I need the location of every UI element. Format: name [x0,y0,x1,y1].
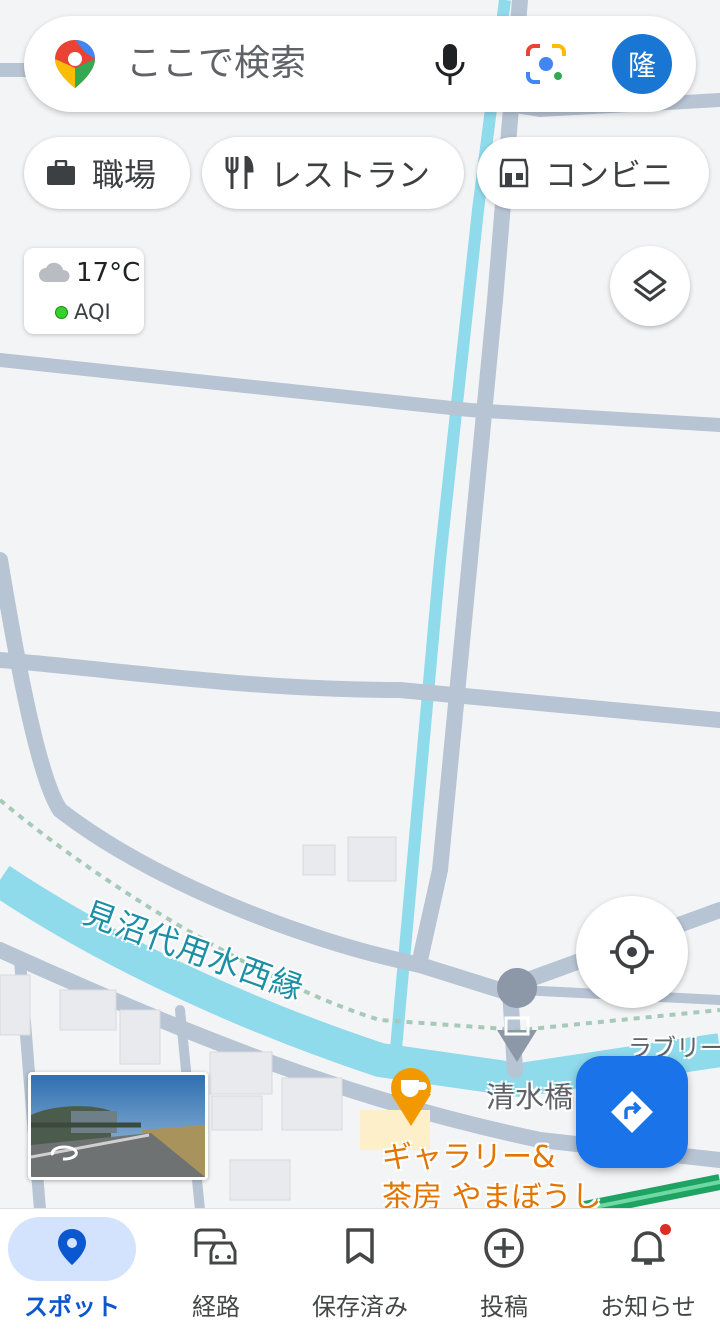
nav-explore[interactable]: スポット [0,1209,144,1336]
weather-widget[interactable]: 17°C AQI [24,248,144,334]
briefcase-icon [47,160,75,185]
aqi-label: AQI [74,300,111,324]
add-circle-icon [484,1228,524,1268]
nav-contribute[interactable]: 投稿 [432,1209,576,1336]
nav-updates-label: お知らせ [600,1293,696,1321]
bottom-navigation: スポット 経路 保存済み 投稿 お知らせ [0,1208,720,1336]
google-lens-icon[interactable] [524,42,568,86]
location-pin-icon [58,1229,86,1265]
convenience-store-icon [499,158,529,188]
chip-convenience-label: コンビニ [545,156,674,194]
cafe-label-line1: ギャラリー& [382,1140,556,1175]
aqi-indicator [55,306,68,319]
crosshair-icon [610,930,654,974]
layers-icon [633,269,667,302]
nav-contribute-label: 投稿 [480,1293,528,1321]
chip-restaurant[interactable]: レストラン [202,137,464,209]
layers-button[interactable] [610,246,690,326]
weather-temp: 17°C [76,258,141,288]
chip-convenience[interactable]: コンビニ [477,137,709,209]
search-bar[interactable]: ここで検索 隆 [24,16,696,112]
restaurant-icon [225,156,254,189]
nav-go[interactable]: 経路 [144,1209,288,1336]
account-avatar[interactable]: 隆 [612,34,672,94]
street-view-thumbnail[interactable] [28,1072,208,1180]
nav-saved-label: 保存済み [312,1293,408,1321]
microphone-icon[interactable] [432,42,468,88]
nav-go-label: 経路 [192,1293,240,1321]
notification-badge [660,1224,671,1235]
nav-saved[interactable]: 保存済み [288,1209,432,1336]
nav-updates[interactable]: お知らせ [576,1209,720,1336]
chip-work[interactable]: 職場 [24,137,190,209]
search-input[interactable]: ここで検索 [126,40,306,88]
bridge-label[interactable]: 清水橋 [486,1074,573,1116]
directions-icon [611,1091,653,1133]
cafe-label[interactable]: ギャラリー& 茶房 やまぼうし [382,1138,602,1218]
chip-restaurant-label: レストラン [270,156,431,194]
bookmark-icon [346,1228,374,1264]
commute-icon [194,1228,237,1265]
cloud-icon [39,262,70,282]
chip-work-label: 職場 [92,156,157,194]
street-view-image [31,1075,205,1177]
directions-button[interactable] [576,1056,688,1168]
maps-logo-icon [55,40,95,88]
my-location-button[interactable] [576,896,688,1008]
nav-explore-label: スポット [24,1293,120,1321]
